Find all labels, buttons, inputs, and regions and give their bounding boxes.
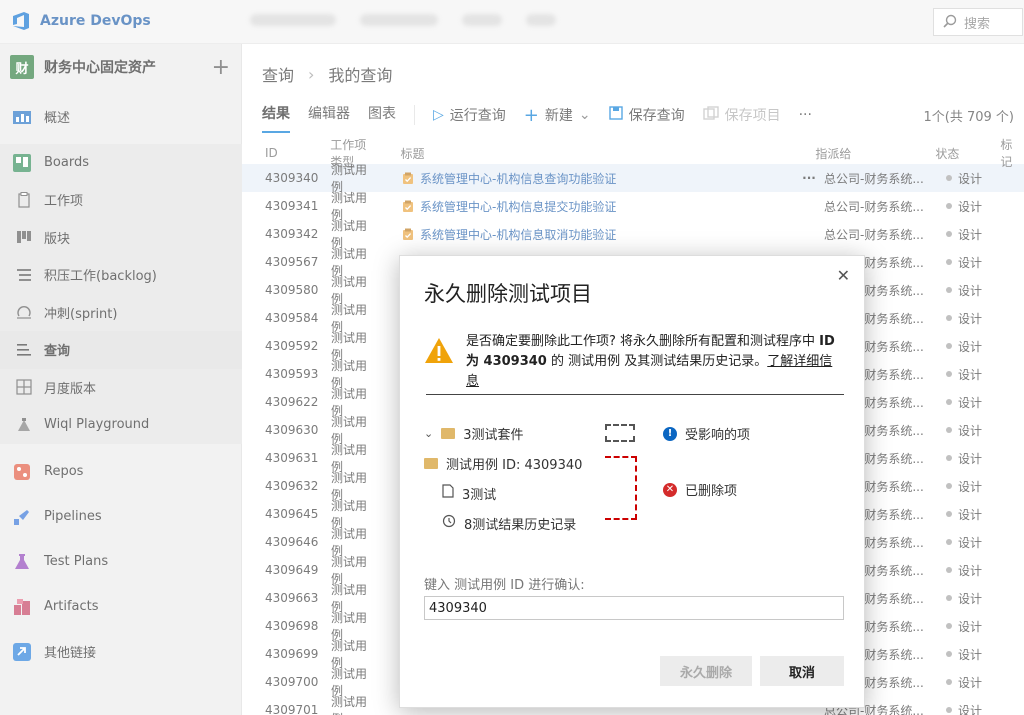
dialog-title: 永久删除测试项目 [424, 282, 592, 306]
delete-dialog: ✕ 永久删除测试项目 是否确定要删除此工作项? 将永久删除所有配置和测试程序中 … [399, 255, 865, 708]
chevron-down-icon: ⌄ [424, 426, 434, 440]
tree-item-tests: 3测试 [424, 478, 624, 508]
confirm-label: 键入 测试用例 ID 进行确认: [424, 578, 585, 593]
folder-icon [441, 427, 456, 439]
folder-icon [424, 457, 438, 469]
warning-icon [425, 338, 453, 363]
warning-message: 是否确定要删除此工作项? 将永久删除所有配置和测试程序中 ID 为 430934… [424, 332, 844, 392]
close-icon[interactable]: ✕ [837, 266, 850, 285]
impact-tree: ⌄ 3测试套件 测试用例 ID: 4309340 3测试 8测试结果历史记录 [424, 418, 624, 538]
error-icon: ✕ [663, 482, 677, 497]
warning-text: 是否确定要删除此工作项? 将永久删除所有配置和测试程序中 ID 为 430934… [466, 334, 835, 389]
tree-item-test-case: 测试用例 ID: 4309340 [424, 448, 624, 478]
dialog-divider [426, 394, 844, 395]
cancel-button[interactable]: 取消 [760, 656, 844, 686]
affected-bracket [605, 424, 635, 442]
permanent-delete-button[interactable]: 永久删除 [660, 656, 752, 686]
history-icon [442, 514, 456, 532]
tree-item-suite[interactable]: ⌄ 3测试套件 [424, 418, 624, 448]
info-icon: ! [663, 426, 677, 441]
confirm-id-input[interactable] [424, 596, 844, 620]
tree-item-history: 8测试结果历史记录 [424, 508, 624, 538]
document-icon [442, 484, 454, 502]
legend-affected: ! 受影响的项 [663, 424, 750, 443]
legend-deleted: ✕ 已删除项 [663, 480, 737, 499]
deleted-bracket [605, 456, 637, 520]
